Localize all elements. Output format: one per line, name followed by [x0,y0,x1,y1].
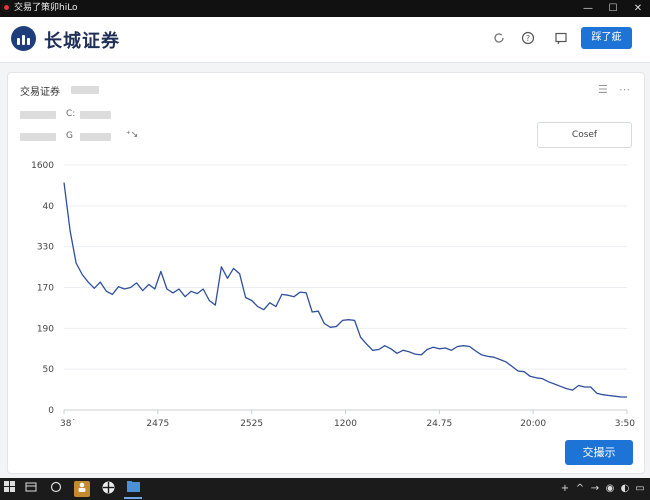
brand-name: 长城证券 [44,31,120,52]
close-button[interactable]: ✕ [626,0,650,17]
tray-chevron-up-icon[interactable]: ^ [575,481,585,497]
x-tick-label: 2475 [146,419,169,429]
notification-icon[interactable]: ▭ [635,481,645,497]
window-title-bar: 交易了策卯hiLo — ☐ ✕ [0,0,650,17]
card-title: 交易证券 [20,87,60,98]
redacted-text [80,111,111,119]
y-tick-label: 330 [37,243,54,253]
x-tick-label: 2525 [240,419,263,429]
y-tick-label: 170 [37,284,54,294]
great-wall-logo-icon [11,26,36,51]
search-circle-icon[interactable] [48,481,64,497]
header-primary-button[interactable]: 踩了疵 [581,27,632,49]
plus-icon[interactable]: + [560,481,570,497]
x-tick-label: 1200 [334,419,357,429]
svg-text:?: ? [526,34,530,43]
row1-label: C: [66,109,76,119]
app-logo-icon [2,3,11,12]
file-explorer-icon[interactable] [124,481,142,499]
y-tick-label: 0 [48,406,54,416]
y-tick-label: 190 [37,324,54,334]
task-view-icon[interactable] [23,481,39,497]
row2-extra: ⁺↘ [126,130,139,140]
help-icon[interactable]: ? [520,31,536,47]
play-circle-icon[interactable]: ◉ [605,481,615,497]
y-tick-label: 50 [43,365,55,375]
list-menu-icon[interactable]: ☰ [598,83,608,96]
x-tick-label: 20:00 [520,419,546,429]
taskbar: + ^ → ◉ ◐ ▭ [0,478,650,500]
redacted-text [20,111,56,119]
app-header: 长城证券 ? 踩了疵 [0,17,650,63]
arrow-icon[interactable]: → [590,481,600,497]
x-tick-label: 3:50 [615,419,635,429]
action-button[interactable]: 交撮示 [565,440,633,465]
row2-label: G [66,131,73,141]
x-tick-label: 38˙ [60,419,76,429]
minimize-button[interactable]: — [576,0,600,17]
refresh-icon[interactable] [491,31,507,47]
series-line [63,182,627,398]
x-tick-label: 24.75 [426,419,452,429]
app-person-icon[interactable] [74,481,90,497]
browser-icon[interactable] [100,481,116,497]
maximize-button[interactable]: ☐ [601,0,625,17]
y-tick-label: 40 [43,202,55,212]
more-options-icon[interactable]: ⋯ [619,83,630,96]
windows-start-icon[interactable] [2,481,18,497]
tray-status-icon[interactable]: ◐ [620,481,630,497]
window-title: 交易了策卯hiLo [14,3,78,13]
message-icon[interactable] [553,31,569,47]
redacted-text [80,133,111,141]
y-tick-label: 1600 [31,161,54,171]
chart-card: 交易证券 ☰ ⋯ C: G ⁺↘ Cosef 1600 40 330 170 190 50… [7,72,645,474]
cosef-button[interactable]: Cosef [537,122,632,148]
line-chart: 1600 40 330 170 190 50 0 38˙ 2475 2525 1200 24.75 20… [31,161,635,429]
redacted-text [71,86,99,94]
redacted-text [20,133,56,141]
